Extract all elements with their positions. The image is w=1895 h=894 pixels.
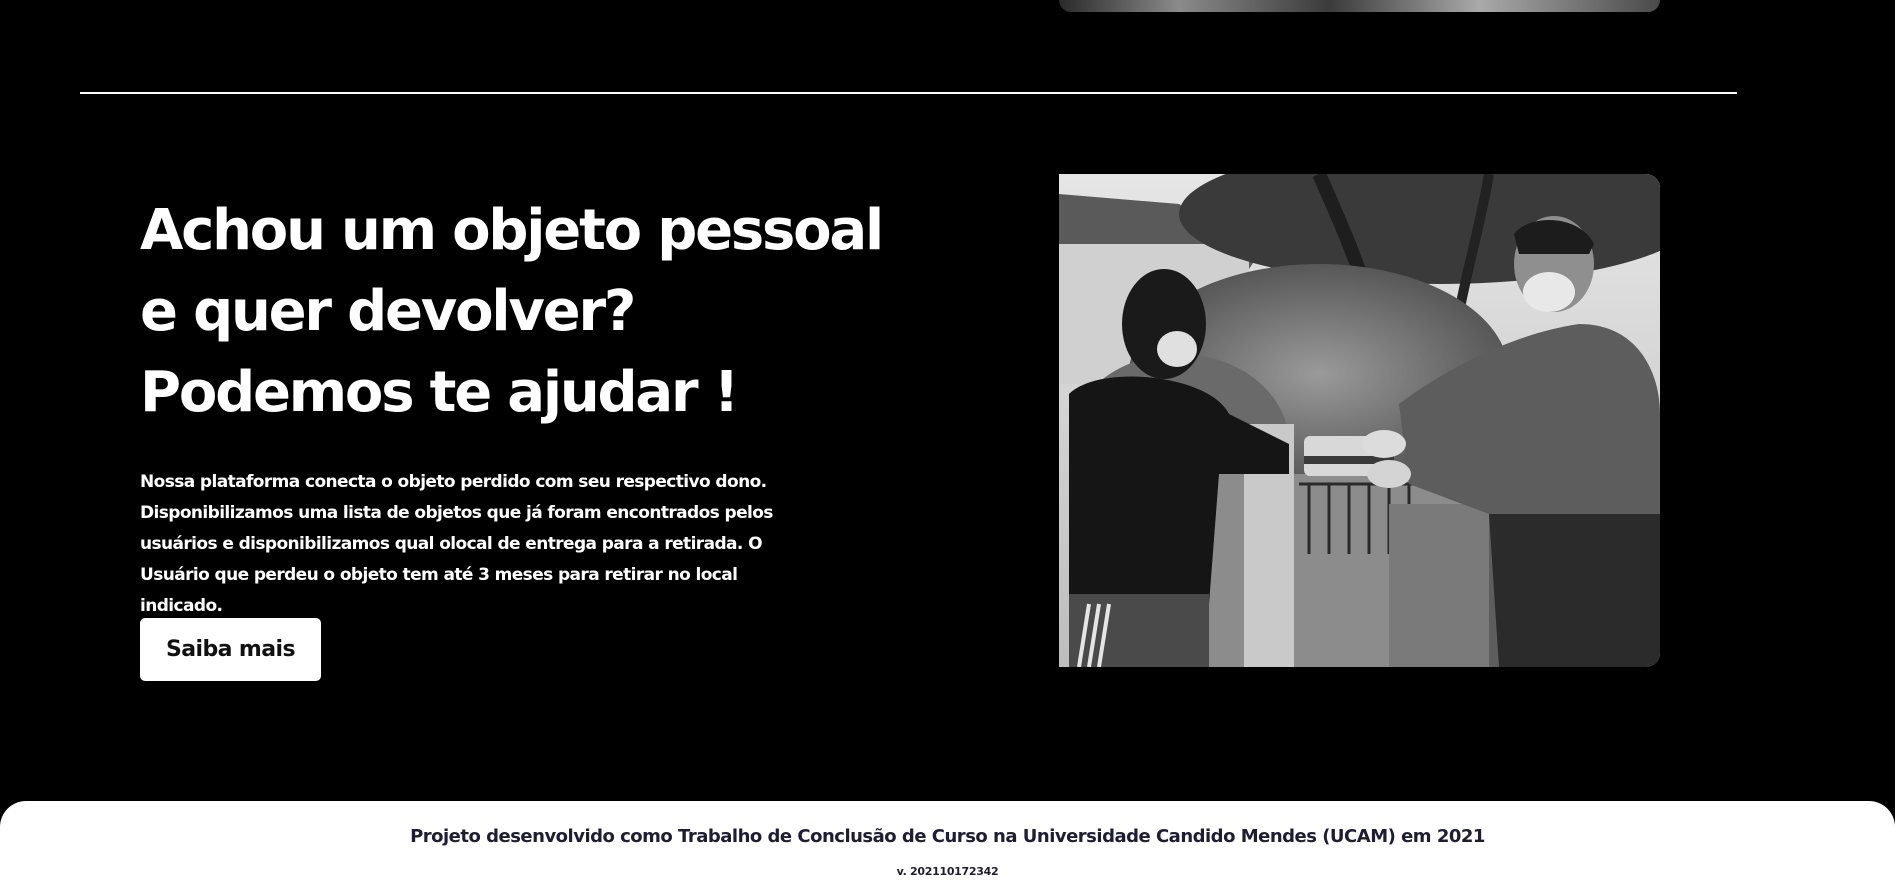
hero-title: Achou um objeto pessoal e quer devolver?… — [140, 190, 884, 433]
hero-description: Nossa plataforma conecta o objeto perdid… — [140, 472, 773, 616]
hero-photo — [1059, 174, 1660, 667]
footer-credit-text: Projeto desenvolvido como Trabalho de Co… — [410, 826, 1485, 847]
page: Achou um objeto pessoal e quer devolver?… — [0, 0, 1895, 894]
footer-version: v. 202110172342 — [896, 865, 999, 878]
hero-title-line-3: Podemos te ajudar ! — [140, 360, 739, 425]
footer: Projeto desenvolvido como Trabalho de Co… — [0, 801, 1895, 894]
hero-section: Achou um objeto pessoal e quer devolver?… — [140, 190, 884, 622]
previous-section-image — [1059, 0, 1660, 12]
hero-title-line-1: Achou um objeto pessoal — [140, 198, 884, 263]
section-divider — [80, 92, 1737, 94]
hero-title-line-2: e quer devolver? — [140, 279, 636, 344]
saiba-mais-button[interactable]: Saiba mais — [140, 618, 321, 681]
